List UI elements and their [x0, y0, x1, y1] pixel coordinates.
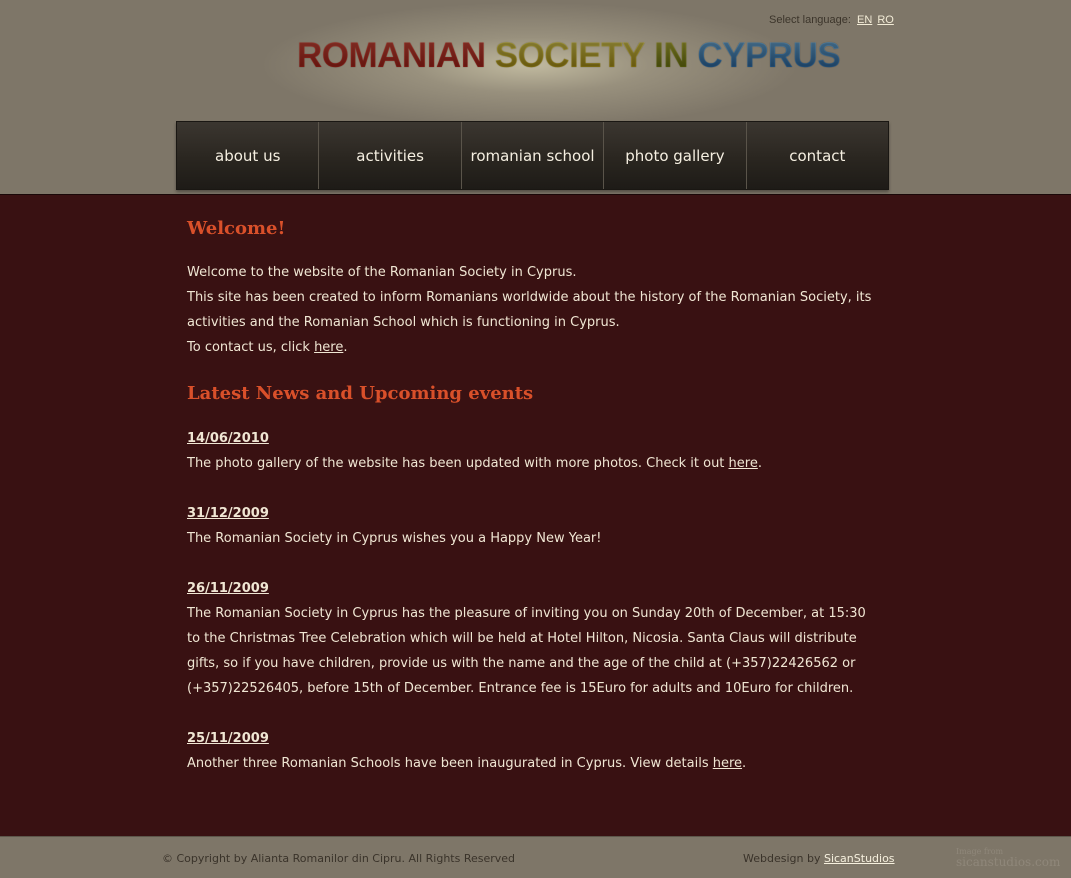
- news-date[interactable]: 31/12/2009: [187, 501, 877, 526]
- nav-item-about-us[interactable]: about us: [177, 122, 318, 189]
- news-suffix: .: [757, 456, 762, 471]
- contact-here-link[interactable]: here: [314, 340, 343, 355]
- nav-item-activities[interactable]: activities: [318, 122, 460, 189]
- welcome-line-1: Welcome to the website of the Romanian S…: [187, 265, 577, 280]
- contact-prefix: To contact us, click: [187, 340, 315, 355]
- logo-word-society: SOCIETY: [495, 34, 646, 78]
- logo-word-romanian: ROMANIAN: [297, 34, 486, 78]
- welcome-text: Welcome to the website of the Romanian S…: [187, 260, 877, 360]
- welcome-heading: Welcome!: [187, 218, 286, 239]
- site-footer: © Copyright by Alianta Romanilor din Cip…: [0, 836, 1071, 878]
- news-list: 14/06/2010 The photo gallery of the webs…: [187, 426, 877, 801]
- language-label: Select language:: [769, 14, 851, 26]
- language-ro-link[interactable]: RO: [877, 14, 894, 26]
- news-item: 25/11/2009 Another three Romanian School…: [187, 726, 877, 776]
- news-here-link[interactable]: here: [729, 456, 758, 471]
- webdesign-credit: Webdesign by SicanStudios: [743, 852, 895, 865]
- news-here-link[interactable]: here: [713, 756, 742, 771]
- watermark-line-2: sicanstudios.com: [956, 855, 1061, 869]
- nav-item-contact[interactable]: contact: [745, 122, 888, 189]
- news-body: The photo gallery of the website has bee…: [187, 456, 729, 471]
- logo-word-in: IN: [654, 34, 689, 78]
- nav-item-romanian-school[interactable]: romanian school: [460, 122, 603, 189]
- news-item: 14/06/2010 The photo gallery of the webs…: [187, 426, 877, 476]
- copyright-text: © Copyright by Alianta Romanilor din Cip…: [162, 852, 516, 865]
- language-selector: Select language: EN RO: [769, 14, 894, 26]
- news-date[interactable]: 14/06/2010: [187, 426, 877, 451]
- news-suffix: .: [742, 756, 747, 771]
- sicanstudios-link[interactable]: SicanStudios: [824, 852, 895, 865]
- site-header: Select language: EN RO ROMANIAN SOCIETY …: [0, 0, 1071, 194]
- credit-prefix: Webdesign by: [743, 852, 824, 865]
- news-text: The Romanian Society in Cyprus wishes yo…: [187, 531, 602, 546]
- main-content: Welcome! Welcome to the website of the R…: [0, 194, 1071, 836]
- welcome-line-2: This site has been created to inform Rom…: [187, 290, 872, 330]
- news-text: Another three Romanian Schools have been…: [187, 751, 877, 776]
- contact-line: To contact us, click here.: [187, 335, 877, 360]
- news-text: The Romanian Society in Cyprus has the p…: [187, 606, 866, 696]
- nav-item-photo-gallery[interactable]: photo gallery: [603, 122, 745, 189]
- logo-word-cyprus: CYPRUS: [697, 34, 840, 78]
- news-date[interactable]: 25/11/2009: [187, 726, 877, 751]
- main-nav: about us activities romanian school phot…: [176, 121, 889, 190]
- watermark: Image from sicanstudios.com: [956, 846, 1066, 868]
- contact-suffix: .: [343, 340, 348, 355]
- news-heading: Latest News and Upcoming events: [187, 383, 534, 404]
- news-item: 31/12/2009 The Romanian Society in Cypru…: [187, 501, 877, 551]
- news-text: The photo gallery of the website has bee…: [187, 451, 877, 476]
- site-logo[interactable]: ROMANIAN SOCIETY IN CYPRUS: [297, 34, 841, 78]
- news-date[interactable]: 26/11/2009: [187, 576, 877, 601]
- news-body: Another three Romanian Schools have been…: [187, 756, 713, 771]
- news-item: 26/11/2009 The Romanian Society in Cypru…: [187, 576, 877, 701]
- language-en-link[interactable]: EN: [857, 14, 872, 26]
